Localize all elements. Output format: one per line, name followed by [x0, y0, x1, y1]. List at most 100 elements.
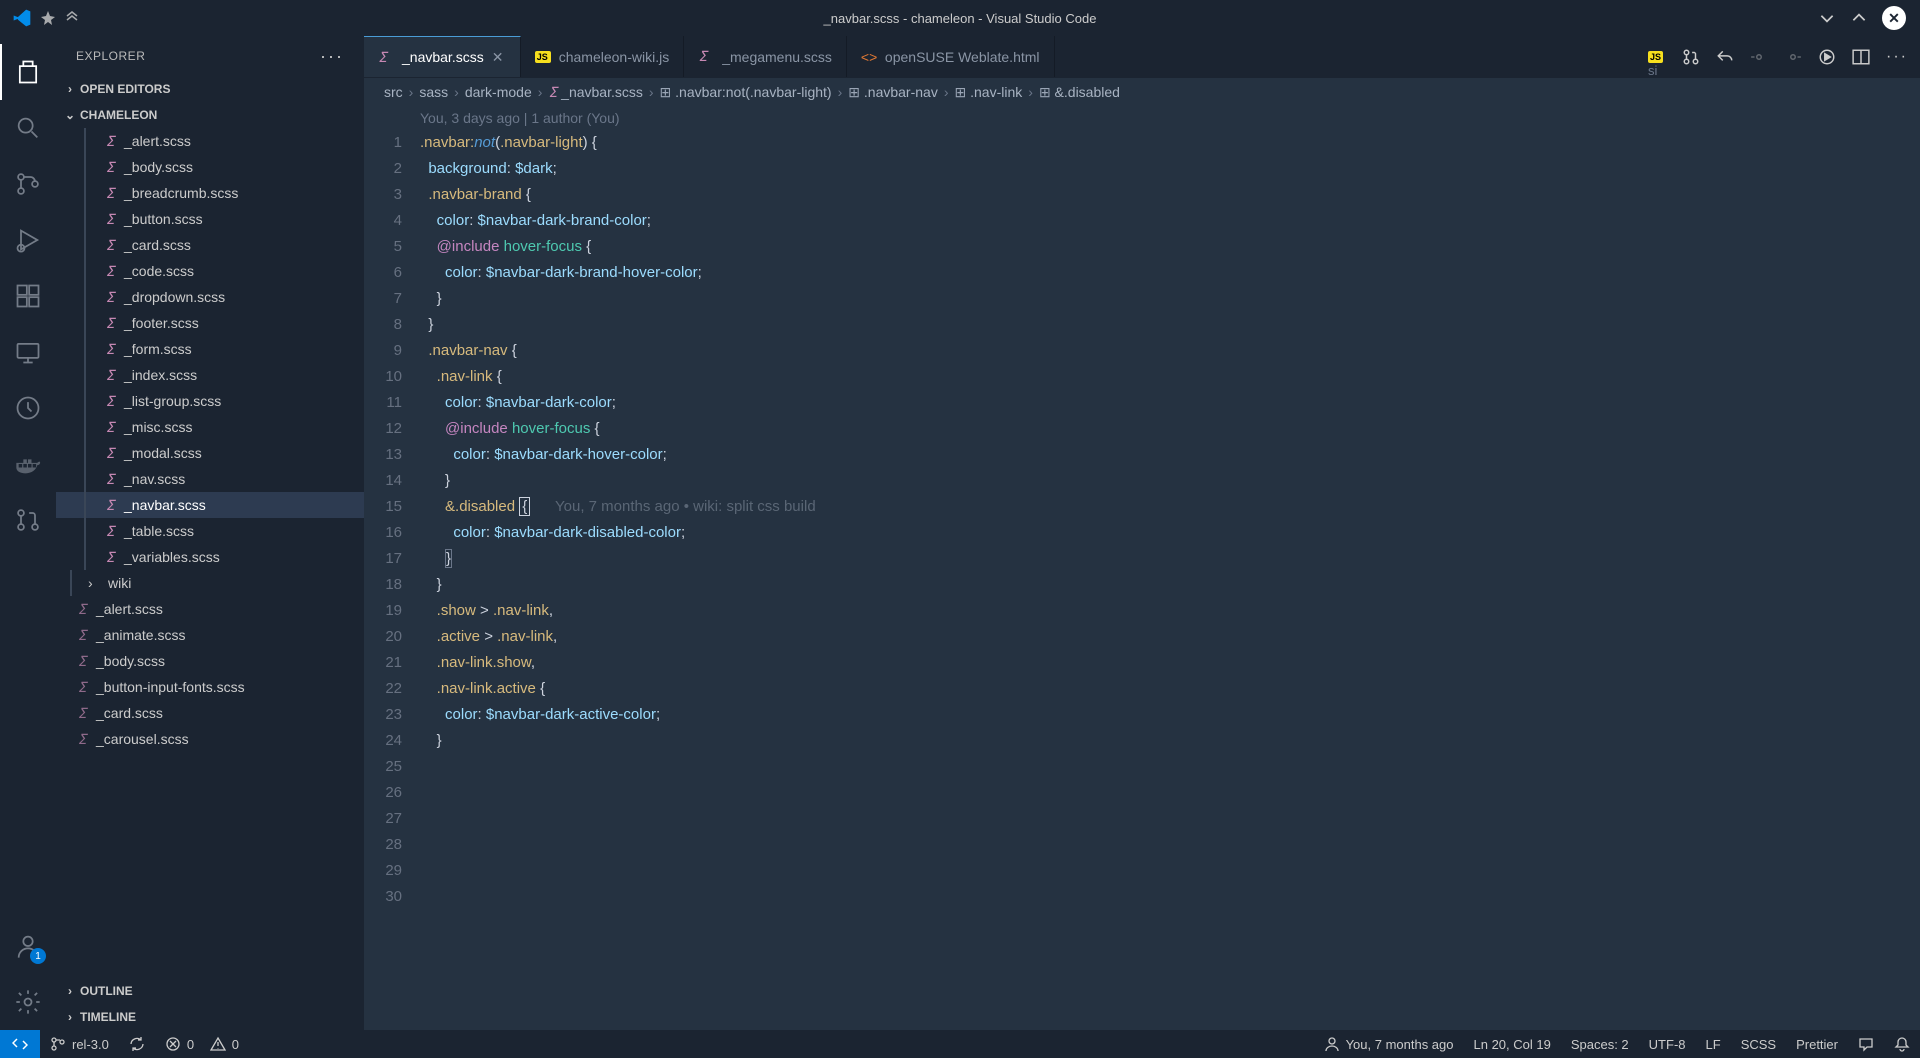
file-row[interactable]: ⵉ_alert.scss — [56, 596, 364, 622]
activity-explorer[interactable] — [0, 44, 56, 100]
section-timeline[interactable]: ›TIMELINE — [56, 1004, 364, 1030]
file-row[interactable]: ⵉ_breadcrumb.scss — [56, 180, 364, 206]
file-row[interactable]: ⵉ_card.scss — [56, 232, 364, 258]
folder-row[interactable]: ›wiki — [56, 570, 364, 596]
close-button[interactable]: ✕ — [1882, 6, 1906, 30]
tab[interactable]: ⵉ_navbar.scss✕ — [364, 36, 521, 77]
file-row[interactable]: ⵉ_table.scss — [56, 518, 364, 544]
code-content[interactable]: .navbar:not(.navbar-light) { background:… — [420, 130, 1820, 1030]
breadcrumb-segment[interactable]: src — [384, 84, 403, 100]
status-remote[interactable] — [0, 1030, 40, 1058]
activity-bar: 1 — [0, 36, 56, 1030]
compare-icon[interactable] — [1682, 48, 1700, 66]
file-row[interactable]: ⵉ_body.scss — [56, 154, 364, 180]
status-bell[interactable] — [1884, 1030, 1920, 1058]
breadcrumb-segment[interactable]: sass — [419, 84, 448, 100]
activity-settings[interactable] — [0, 974, 56, 1030]
file-row[interactable]: ⵉ_button.scss — [56, 206, 364, 232]
html-icon: <> — [861, 49, 877, 65]
file-row[interactable]: ⵉ _animate.scss — [56, 622, 364, 648]
scss-icon: ⵉ — [102, 367, 118, 384]
section-project[interactable]: ⌄CHAMELEON — [56, 102, 364, 128]
file-row[interactable]: ⵉ_body.scss — [56, 648, 364, 674]
activity-search[interactable] — [0, 100, 56, 156]
breadcrumb-segment[interactable]: ⊞ .navbar-nav — [848, 84, 938, 101]
activity-debug-alt[interactable] — [0, 380, 56, 436]
next-icon[interactable] — [1784, 48, 1802, 66]
tab-label: _navbar.scss — [402, 49, 484, 65]
file-name: _card.scss — [96, 705, 163, 721]
file-name: _animate.scss — [96, 627, 185, 643]
status-blame[interactable]: You, 7 months ago — [1314, 1030, 1464, 1058]
file-row[interactable]: ⵉ_carousel.scss — [56, 726, 364, 752]
pin-icon[interactable] — [40, 10, 56, 26]
status-position[interactable]: Ln 20, Col 19 — [1464, 1030, 1561, 1058]
tabs-actions: JS si ··· — [1632, 36, 1920, 77]
prev-icon[interactable] — [1750, 48, 1768, 66]
status-feedback[interactable] — [1848, 1030, 1884, 1058]
scss-icon: ⵉ — [102, 263, 118, 280]
status-encoding[interactable]: UTF-8 — [1639, 1030, 1696, 1058]
breadcrumbs[interactable]: src›sass›dark-mode›ⵉ _navbar.scss›⊞ .nav… — [364, 78, 1920, 106]
activity-source-control[interactable] — [0, 156, 56, 212]
section-outline[interactable]: ›OUTLINE — [56, 978, 364, 1004]
chevron-up-double-icon[interactable] — [64, 10, 80, 26]
breadcrumb-segment[interactable]: ⊞ .navbar:not(.navbar-light) — [660, 84, 832, 101]
breadcrumb-segment[interactable]: ⊞ &.disabled — [1039, 84, 1120, 101]
breadcrumb-segment[interactable]: dark-mode — [465, 84, 532, 100]
activity-docker[interactable] — [0, 436, 56, 492]
activity-run-debug[interactable] — [0, 212, 56, 268]
file-row[interactable]: ⵉ_card.scss — [56, 700, 364, 726]
file-row[interactable]: ⵉ_nav.scss — [56, 466, 364, 492]
more-icon[interactable]: ··· — [1886, 48, 1904, 66]
scss-icon: ⵉ — [102, 497, 118, 514]
file-row[interactable]: ⵉ_alert.scss — [56, 128, 364, 154]
activity-git-pr[interactable] — [0, 492, 56, 548]
sidebar-more-icon[interactable]: ··· — [320, 46, 344, 67]
activity-remote[interactable] — [0, 324, 56, 380]
tab[interactable]: ⵉ_megamenu.scss — [684, 36, 847, 77]
status-branch[interactable]: rel-3.0 — [40, 1030, 119, 1058]
status-spaces[interactable]: Spaces: 2 — [1561, 1030, 1639, 1058]
file-row[interactable]: ⵉ_navbar.scss — [56, 492, 364, 518]
breadcrumb-segment[interactable]: ⊞ .nav-link — [955, 84, 1023, 101]
minimap[interactable] — [1820, 130, 1920, 1030]
file-row[interactable]: ⵉ_index.scss — [56, 362, 364, 388]
status-eol[interactable]: LF — [1696, 1030, 1731, 1058]
scss-icon: ⵉ — [74, 627, 90, 644]
file-row[interactable]: ⵉ_code.scss — [56, 258, 364, 284]
chevron-down-icon[interactable] — [1818, 9, 1836, 27]
tab[interactable]: JSchameleon-wiki.js — [521, 36, 684, 77]
breadcrumb-segment[interactable]: ⵉ _navbar.scss — [548, 84, 642, 101]
status-language[interactable]: SCSS — [1731, 1030, 1786, 1058]
status-prettier[interactable]: Prettier — [1786, 1030, 1848, 1058]
chevron-up-icon[interactable] — [1850, 9, 1868, 27]
section-label: TIMELINE — [80, 1010, 136, 1024]
tab-extra-js[interactable]: JS si — [1648, 48, 1666, 66]
file-row[interactable]: ⵉ_button-input-fonts.scss — [56, 674, 364, 700]
git-blame-summary: You, 3 days ago | 1 author (You) — [364, 106, 1920, 130]
status-problems[interactable]: 0 0 — [155, 1030, 249, 1058]
file-name: _table.scss — [124, 523, 194, 539]
file-row[interactable]: ⵉ_variables.scss — [56, 544, 364, 570]
activity-extensions[interactable] — [0, 268, 56, 324]
file-row[interactable]: ⵉ_misc.scss — [56, 414, 364, 440]
section-open-editors[interactable]: ›OPEN EDITORS — [56, 76, 364, 102]
file-row[interactable]: ⵉ_dropdown.scss — [56, 284, 364, 310]
file-name: _misc.scss — [124, 419, 192, 435]
file-row[interactable]: ⵉ_form.scss — [56, 336, 364, 362]
file-row[interactable]: ⵉ_list-group.scss — [56, 388, 364, 414]
file-name: _body.scss — [124, 159, 193, 175]
undo-icon[interactable] — [1716, 48, 1734, 66]
editor-area: ⵉ_navbar.scss✕JSchameleon-wiki.jsⵉ_megam… — [364, 36, 1920, 1030]
tab[interactable]: <>openSUSE Weblate.html — [847, 36, 1055, 77]
split-icon[interactable] — [1852, 48, 1870, 66]
status-sync[interactable] — [119, 1030, 155, 1058]
section-label: OPEN EDITORS — [80, 82, 170, 96]
file-row[interactable]: ⵉ_footer.scss — [56, 310, 364, 336]
close-icon[interactable]: ✕ — [492, 49, 506, 66]
run-icon[interactable] — [1818, 48, 1836, 66]
code-editor[interactable]: 1234567891011121314151617181920212223242… — [364, 130, 1920, 1030]
activity-account[interactable]: 1 — [0, 918, 56, 974]
file-row[interactable]: ⵉ_modal.scss — [56, 440, 364, 466]
